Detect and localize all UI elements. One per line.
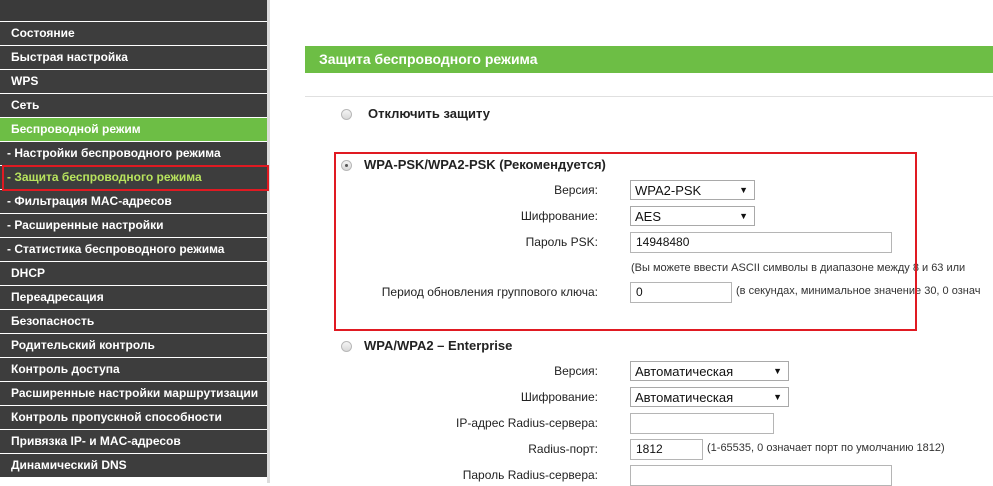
sidebar-item-parental-control[interactable]: Родительский контроль: [0, 334, 267, 358]
sidebar-item-wps[interactable]: WPS: [0, 70, 267, 94]
sidebar-top-bar: [0, 0, 270, 22]
radius-ip-label: IP-адрес Radius-сервера:: [456, 416, 598, 430]
radius-password-label: Пароль Radius-сервера:: [462, 468, 598, 482]
wpa-psk-version-select[interactable]: WPA2-PSK ▼: [630, 180, 755, 200]
disable-security-radio[interactable]: [341, 109, 352, 120]
enterprise-version-select[interactable]: Автоматическая ▼: [630, 361, 789, 381]
sidebar-item-mac-filtering[interactable]: - Фильтрация MAC-адресов: [0, 190, 267, 214]
group-key-period-label: Период обновления группового ключа:: [381, 285, 598, 299]
sidebar-item-dhcp[interactable]: DHCP: [0, 262, 267, 286]
chevron-down-icon: ▼: [773, 392, 782, 402]
chevron-down-icon: ▼: [739, 211, 748, 221]
wpa-psk-version-value: WPA2-PSK: [635, 183, 702, 198]
radius-port-label: Radius-порт:: [528, 442, 598, 456]
main-content: Защита беспроводного режима Отключить за…: [272, 0, 993, 486]
sidebar-item-wireless-settings[interactable]: - Настройки беспроводного режима: [0, 142, 267, 166]
wpa-psk-encryption-value: AES: [635, 209, 662, 224]
enterprise-version-label: Версия:: [554, 364, 598, 378]
wpa-psk-version-label: Версия:: [554, 183, 598, 197]
sidebar-item-network[interactable]: Сеть: [0, 94, 267, 118]
chevron-down-icon: ▼: [739, 185, 748, 195]
radius-ip-input[interactable]: [630, 413, 774, 434]
radius-port-input[interactable]: 1812: [630, 439, 703, 460]
divider: [305, 96, 993, 97]
enterprise-radio[interactable]: [341, 341, 352, 352]
psk-password-note: (Вы можете ввести ASCII символы в диапаз…: [631, 262, 966, 274]
wpa-psk-label: WPA-PSK/WPA2-PSK (Рекомендуется): [364, 157, 606, 172]
enterprise-version-value: Автоматическая: [635, 364, 734, 379]
wpa-psk-encryption-select[interactable]: AES ▼: [630, 206, 755, 226]
sidebar-item-wireless-security[interactable]: - Защита беспроводного режима: [0, 166, 267, 190]
sidebar-item-wireless[interactable]: Беспроводной режим: [0, 118, 267, 142]
group-key-period-input[interactable]: 0: [630, 282, 732, 303]
radius-port-note: (1-65535, 0 означает порт по умолчанию 1…: [707, 442, 945, 454]
enterprise-encryption-value: Автоматическая: [635, 390, 734, 405]
enterprise-label: WPA/WPA2 – Enterprise: [364, 338, 513, 353]
wpa-psk-encryption-label: Шифрование:: [520, 209, 598, 223]
sidebar-item-advanced-routing[interactable]: Расширенные настройки маршрутизации: [0, 382, 267, 406]
sidebar-scrollbar[interactable]: [267, 0, 270, 483]
sidebar-item-wireless-advanced[interactable]: - Расширенные настройки: [0, 214, 267, 238]
psk-password-label: Пароль PSK:: [525, 235, 598, 249]
sidebar-item-quick-setup[interactable]: Быстрая настройка: [0, 46, 267, 70]
sidebar-item-access-control[interactable]: Контроль доступа: [0, 358, 267, 382]
disable-security-label: Отключить защиту: [368, 106, 490, 121]
sidebar-item-dynamic-dns[interactable]: Динамический DNS: [0, 454, 267, 478]
sidebar: Состояние Быстрая настройка WPS Сеть Бес…: [0, 0, 270, 483]
sidebar-item-wireless-statistics[interactable]: - Статистика беспроводного режима: [0, 238, 267, 262]
group-key-period-note: (в секундах, минимальное значение 30, 0 …: [736, 285, 981, 297]
wpa-psk-radio[interactable]: [341, 160, 352, 171]
enterprise-encryption-label: Шифрование:: [520, 390, 598, 404]
chevron-down-icon: ▼: [773, 366, 782, 376]
page-title: Защита беспроводного режима: [305, 46, 993, 73]
sidebar-item-forwarding[interactable]: Переадресация: [0, 286, 267, 310]
sidebar-item-bandwidth-control[interactable]: Контроль пропускной способности: [0, 406, 267, 430]
enterprise-encryption-select[interactable]: Автоматическая ▼: [630, 387, 789, 407]
psk-password-input[interactable]: 14948480: [630, 232, 892, 253]
sidebar-item-security[interactable]: Безопасность: [0, 310, 267, 334]
sidebar-item-ip-mac-binding[interactable]: Привязка IP- и MAC-адресов: [0, 430, 267, 454]
sidebar-item-status[interactable]: Состояние: [0, 22, 267, 46]
